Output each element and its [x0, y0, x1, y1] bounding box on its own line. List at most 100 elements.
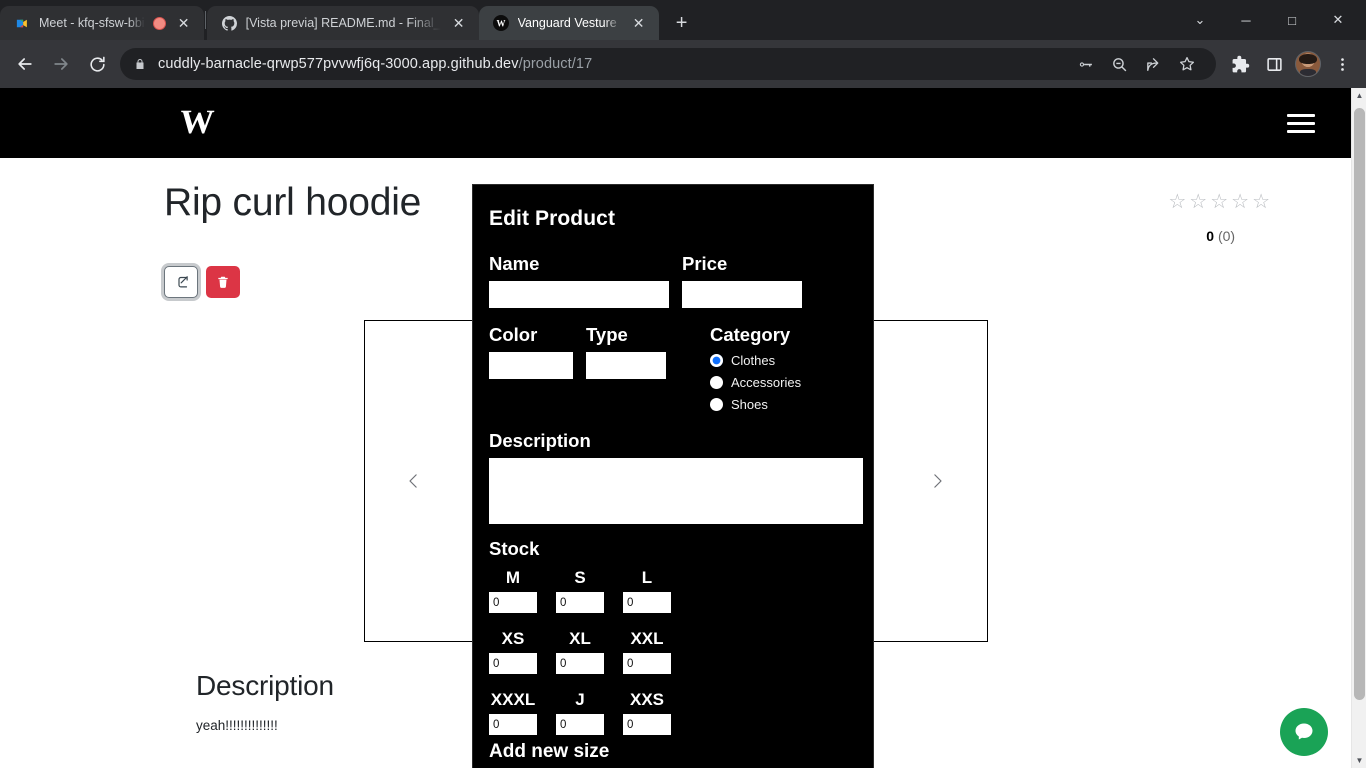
stock-size-label: XXS: [629, 690, 665, 709]
minimize-button[interactable]: ─: [1224, 4, 1268, 36]
close-window-button[interactable]: ✕: [1316, 4, 1360, 36]
stock-input-xs[interactable]: [489, 653, 537, 674]
tab-close-button[interactable]: ✕: [629, 13, 649, 33]
radio-clothes-icon[interactable]: [710, 354, 723, 367]
web-page: W Rip curl hoodie ☆☆☆☆☆ 0 (0) Descriptio…: [0, 88, 1351, 768]
page-title: Rip curl hoodie: [164, 181, 422, 224]
edit-product-button[interactable]: [164, 266, 198, 298]
stock-cell-j: J: [556, 690, 604, 735]
category-field-group: Category Clothes Accessories Shoes: [710, 324, 801, 412]
page-viewport: W Rip curl hoodie ☆☆☆☆☆ 0 (0) Descriptio…: [0, 88, 1366, 768]
lock-icon: [134, 58, 146, 70]
browser-tab-0[interactable]: Meet - kfq-sfsw-bbi ✕: [0, 6, 204, 40]
stock-input-l[interactable]: [623, 592, 671, 613]
category-option-label: Accessories: [731, 375, 802, 390]
price-input[interactable]: [682, 281, 802, 308]
chevron-left-icon[interactable]: [397, 458, 431, 504]
category-option-clothes[interactable]: Clothes: [710, 353, 801, 368]
stock-size-label: L: [641, 568, 653, 587]
tab-close-button[interactable]: ✕: [449, 13, 469, 33]
name-price-row: Name Price: [489, 253, 857, 308]
stock-input-xxl[interactable]: [623, 653, 671, 674]
price-field-group: Price: [682, 253, 802, 308]
stock-cell-xxl: XXL: [623, 629, 671, 674]
tab-recording-indicator: [152, 16, 166, 30]
meet-icon: [14, 15, 31, 32]
modal-description-label: Description: [489, 430, 591, 451]
radio-shoes-icon[interactable]: [710, 398, 723, 411]
chat-bubble-icon: [1292, 720, 1316, 744]
rating-stars-icon: ☆☆☆☆☆: [1168, 191, 1273, 213]
share-icon[interactable]: [1138, 49, 1168, 79]
stock-input-m[interactable]: [489, 592, 537, 613]
tab-search-button[interactable]: ⌄: [1178, 4, 1222, 36]
chrome-menu-icon[interactable]: [1326, 48, 1358, 80]
browser-window: Meet - kfq-sfsw-bbi ✕ [Vista previa] REA…: [0, 0, 1366, 768]
github-icon: [221, 15, 238, 32]
description-textarea[interactable]: [489, 458, 863, 524]
name-field-group: Name: [489, 253, 669, 308]
tab-divider: [204, 11, 206, 29]
type-field-group: Type: [586, 324, 666, 412]
stock-input-xl[interactable]: [556, 653, 604, 674]
stock-cell-l: L: [623, 568, 671, 613]
name-label: Name: [489, 253, 540, 274]
color-field-group: Color: [489, 324, 573, 412]
rating-value: 0: [1206, 228, 1215, 244]
stock-cell-xl: XL: [556, 629, 604, 674]
browser-tab-1[interactable]: [Vista previa] README.md - Final_ ✕: [206, 6, 479, 40]
maximize-button[interactable]: □: [1270, 4, 1314, 36]
category-option-shoes[interactable]: Shoes: [710, 397, 801, 412]
stock-size-label: XL: [569, 629, 591, 648]
radio-accessories-icon[interactable]: [710, 376, 723, 389]
password-key-icon[interactable]: [1070, 49, 1100, 79]
svg-text:W: W: [497, 18, 506, 28]
stock-heading: Stock: [489, 538, 540, 559]
stock-input-j[interactable]: [556, 714, 604, 735]
stock-size-label: XS: [501, 629, 525, 648]
tab-close-button[interactable]: ✕: [174, 13, 194, 33]
stock-size-label: S: [574, 568, 586, 587]
category-option-accessories[interactable]: Accessories: [710, 375, 801, 390]
omnibox-actions: [1070, 49, 1202, 79]
page-scrollbar[interactable]: ▲ ▼: [1351, 88, 1366, 768]
scrollbar-thumb[interactable]: [1354, 108, 1365, 700]
stock-input-xxxl[interactable]: [489, 714, 537, 735]
edit-pencil-icon: [174, 275, 189, 290]
site-logo[interactable]: W: [179, 104, 213, 141]
scroll-down-arrow-icon[interactable]: ▼: [1352, 753, 1366, 768]
scroll-up-arrow-icon[interactable]: ▲: [1352, 88, 1366, 103]
forward-arrow-icon[interactable]: [44, 47, 78, 81]
browser-tab-2[interactable]: W Vanguard Vesture ✕: [478, 6, 659, 40]
color-input[interactable]: [489, 352, 573, 379]
trash-icon: [216, 275, 230, 289]
rating-numbers: 0 (0): [1168, 228, 1273, 244]
new-tab-button[interactable]: +: [667, 8, 697, 38]
chat-widget-button[interactable]: [1280, 708, 1328, 756]
site-navbar: W: [0, 88, 1351, 158]
back-arrow-icon[interactable]: [8, 47, 42, 81]
name-input[interactable]: [489, 281, 669, 308]
reload-icon[interactable]: [80, 47, 114, 81]
rating-count: (0): [1217, 228, 1236, 244]
modal-title: Edit Product: [489, 207, 616, 230]
side-panel-icon[interactable]: [1258, 48, 1290, 80]
type-input[interactable]: [586, 352, 666, 379]
stock-cell-s: S: [556, 568, 604, 613]
vanguard-vesture-icon: W: [493, 15, 510, 32]
zoom-out-icon[interactable]: [1104, 49, 1134, 79]
extensions-puzzle-icon[interactable]: [1224, 48, 1256, 80]
url-text: cuddly-barnacle-qrwp577pvvwfj6q-3000.app…: [158, 56, 592, 72]
stock-input-xxs[interactable]: [623, 714, 671, 735]
stock-input-s[interactable]: [556, 592, 604, 613]
address-bar[interactable]: cuddly-barnacle-qrwp577pvvwfj6q-3000.app…: [120, 48, 1216, 80]
stock-size-label: XXL: [630, 629, 664, 648]
profile-avatar[interactable]: [1295, 51, 1321, 77]
tab-title: Meet - kfq-sfsw-bbi: [39, 16, 145, 30]
bookmark-star-icon[interactable]: [1172, 49, 1202, 79]
delete-product-button[interactable]: [206, 266, 240, 298]
hamburger-menu-icon[interactable]: [1287, 110, 1321, 136]
description-field-group: Description: [489, 430, 863, 524]
category-option-label: Clothes: [731, 353, 776, 368]
chevron-right-icon[interactable]: [921, 458, 955, 504]
